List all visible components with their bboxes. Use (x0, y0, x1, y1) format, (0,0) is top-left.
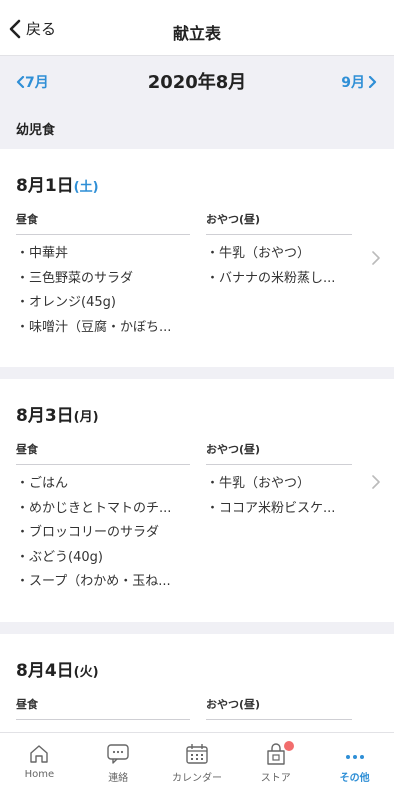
day-date: 8月3日(月) (16, 406, 99, 426)
list-item: ・牛乳（おやつ） (206, 476, 311, 491)
tab-more[interactable]: その他 (315, 733, 394, 803)
list-item: ・牛乳（おやつ） (206, 246, 311, 261)
tab-label: その他 (339, 773, 370, 784)
day-card[interactable]: 8月4日(火) 昼食 おやつ(昼) (0, 634, 394, 732)
list-item: ・オレンジ(45g) (16, 295, 116, 310)
category-header: 幼児食 (0, 103, 394, 149)
chat-icon (107, 744, 129, 764)
lunch-column: 昼食 (16, 694, 190, 720)
home-icon (30, 745, 49, 763)
notification-badge (284, 741, 295, 751)
chevron-right-icon (372, 251, 380, 265)
list-item: ・めかじきとトマトのチ... (16, 500, 172, 516)
chevron-right-icon (372, 475, 380, 489)
tab-label: 連絡 (108, 773, 129, 784)
navigation-bar: 戻る 献立表 (0, 0, 394, 56)
lunch-header: 昼食 (16, 694, 190, 720)
calendar-icon (186, 744, 208, 764)
day-card[interactable]: 8月1日(土) 昼食 ・中華丼 ・三色野菜のサラダ ・オレンジ(45g) ・味噌… (0, 149, 394, 367)
snack-column: おやつ(昼) (206, 694, 352, 720)
lunch-header: 昼食 (16, 209, 190, 235)
tab-store[interactable]: ストア (236, 733, 315, 803)
tab-calendar[interactable]: カレンダー (158, 733, 237, 803)
day-card[interactable]: 8月3日(月) 昼食 ・ごはん ・めかじきとトマトのチ... ・ブロッコリーのサ… (0, 379, 394, 622)
more-icon (345, 755, 364, 759)
month-selector: 7月 2020年8月 9月 (0, 57, 394, 103)
snack-column: おやつ(昼) ・牛乳（おやつ） ・バナナの米粉蒸し... (206, 209, 352, 341)
next-month-button[interactable]: 9月 (341, 72, 378, 92)
list-item: ・ごはん (16, 476, 69, 491)
chevron-right-icon (368, 76, 377, 88)
tab-home[interactable]: Home (0, 733, 79, 803)
lunch-header: 昼食 (16, 439, 190, 465)
snack-header: おやつ(昼) (206, 439, 352, 465)
page-title: 献立表 (172, 24, 221, 43)
tab-label: Home (24, 769, 55, 780)
list-item: ・三色野菜のサラダ (16, 270, 134, 286)
day-date: 8月1日(土) (16, 176, 99, 196)
list-item: ・味噌汁（豆腐・かぼち... (16, 319, 172, 335)
list-item: ・ブロッコリーのサラダ (16, 525, 160, 540)
snack-column: おやつ(昼) ・牛乳（おやつ） ・ココア米粉ビスケ... (206, 439, 352, 596)
list-item: ・中華丼 (16, 246, 69, 261)
snack-header: おやつ(昼) (206, 209, 352, 235)
lunch-column: 昼食 ・中華丼 ・三色野菜のサラダ ・オレンジ(45g) ・味噌汁（豆腐・かぼち… (16, 209, 190, 341)
lunch-column: 昼食 ・ごはん ・めかじきとトマトのチ... ・ブロッコリーのサラダ ・ぶどう(… (16, 439, 190, 596)
list-item: ・ココア米粉ビスケ... (206, 500, 336, 516)
list-item: ・ぶどう(40g) (16, 549, 103, 565)
list-item: ・バナナの米粉蒸し... (206, 270, 336, 286)
current-month: 2020年8月 (147, 72, 247, 93)
weekday-label: (火) (73, 665, 99, 680)
menu-list[interactable]: 8月1日(土) 昼食 ・中華丼 ・三色野菜のサラダ ・オレンジ(45g) ・味噌… (0, 149, 394, 732)
tab-label: ストア (260, 773, 291, 784)
snack-header: おやつ(昼) (206, 694, 352, 720)
list-item: ・スープ（わかめ・玉ね... (16, 574, 171, 589)
next-month-label: 9月 (341, 75, 365, 91)
weekday-label: (土) (73, 180, 99, 195)
day-date: 8月4日(火) (16, 661, 99, 681)
weekday-label: (月) (73, 410, 99, 425)
category-label: 幼児食 (16, 123, 56, 138)
tab-bar: Home 連絡 カレンダー ストア その他 (0, 732, 394, 803)
tab-contact[interactable]: 連絡 (79, 733, 158, 803)
tab-label: カレンダー (171, 773, 222, 784)
